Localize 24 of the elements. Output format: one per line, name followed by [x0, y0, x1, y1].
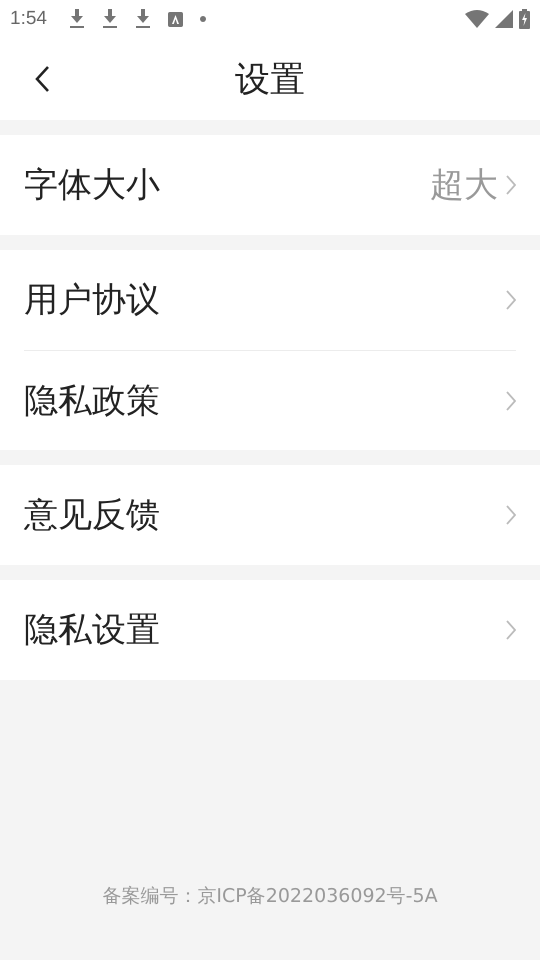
signal-icon: [495, 10, 513, 28]
chevron-icon: [506, 175, 516, 195]
row-label: 用户协议: [24, 279, 160, 322]
battery-icon: [519, 9, 530, 29]
notification-icon: [168, 12, 183, 26]
page-title: 设置: [235, 58, 305, 102]
dot-icon: [200, 16, 206, 22]
chevron-icon: [506, 290, 516, 310]
chevron-icon: [506, 620, 516, 640]
wifi-icon: [465, 10, 489, 28]
row-label: 隐私政策: [24, 380, 160, 422]
chevron-icon: [506, 390, 516, 410]
row-label: 意见反馈: [24, 494, 160, 537]
row-label: 隐私设置: [24, 609, 160, 652]
settings-row[interactable]: 用户协议: [24, 250, 516, 350]
row-label: 字体大小: [24, 164, 160, 207]
download-icon: [134, 9, 151, 29]
icp-notice: 备案编号：京ICP备2022036092号-5A: [102, 885, 438, 907]
download-icon: [102, 9, 118, 29]
clock: 1:54: [10, 8, 47, 30]
settings-row[interactable]: 隐私政策: [24, 350, 516, 450]
chevron-icon: [506, 505, 516, 525]
download-icon: [68, 9, 85, 29]
row-value: 超大: [430, 164, 498, 207]
